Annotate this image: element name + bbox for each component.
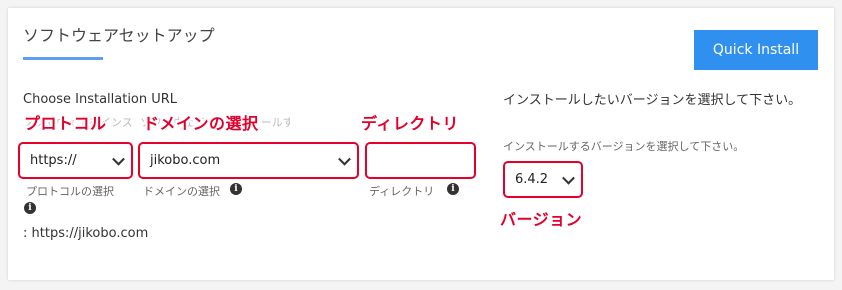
section-title-underline — [23, 57, 103, 60]
installation-url-label: Choose Installation URL — [23, 92, 178, 107]
quick-install-button[interactable]: Quick Install — [694, 30, 818, 70]
annotation-domain: ドメインの選択 — [143, 114, 259, 133]
version-subtext: インストールするバージョンを選択して下さい。 — [503, 140, 745, 153]
directory-caption: ディレクトリ — [369, 185, 435, 198]
protocol-select[interactable]: https:// — [18, 142, 133, 179]
section-title: ソフトウェアセットアップ — [23, 26, 215, 45]
annotation-protocol: プロトコル — [24, 114, 107, 133]
domain-select-value: jikobo.com — [150, 153, 221, 168]
version-select-value: 6.4.2 — [515, 172, 549, 187]
info-icon[interactable]: i — [447, 183, 459, 195]
info-icon[interactable]: i — [24, 202, 36, 214]
chevron-down-icon — [338, 152, 351, 166]
protocol-select-value: https:// — [30, 153, 77, 168]
installation-url-preview: : https://jikobo.com — [23, 226, 149, 241]
protocol-caption: プロトコルの選択 — [26, 185, 114, 198]
domain-caption: ドメインの選択 — [143, 185, 220, 198]
chevron-down-icon — [112, 152, 125, 166]
chevron-down-icon — [562, 171, 575, 185]
version-select[interactable]: 6.4.2 — [503, 161, 583, 198]
annotation-directory: ディレクトリ — [361, 114, 459, 133]
directory-input[interactable] — [365, 142, 476, 179]
version-heading: インストールしたいバージョンを選択して下さい。 — [503, 93, 802, 108]
annotation-version: バージョン — [500, 210, 583, 229]
info-icon[interactable]: i — [230, 183, 242, 195]
domain-select[interactable]: jikobo.com — [138, 142, 359, 179]
